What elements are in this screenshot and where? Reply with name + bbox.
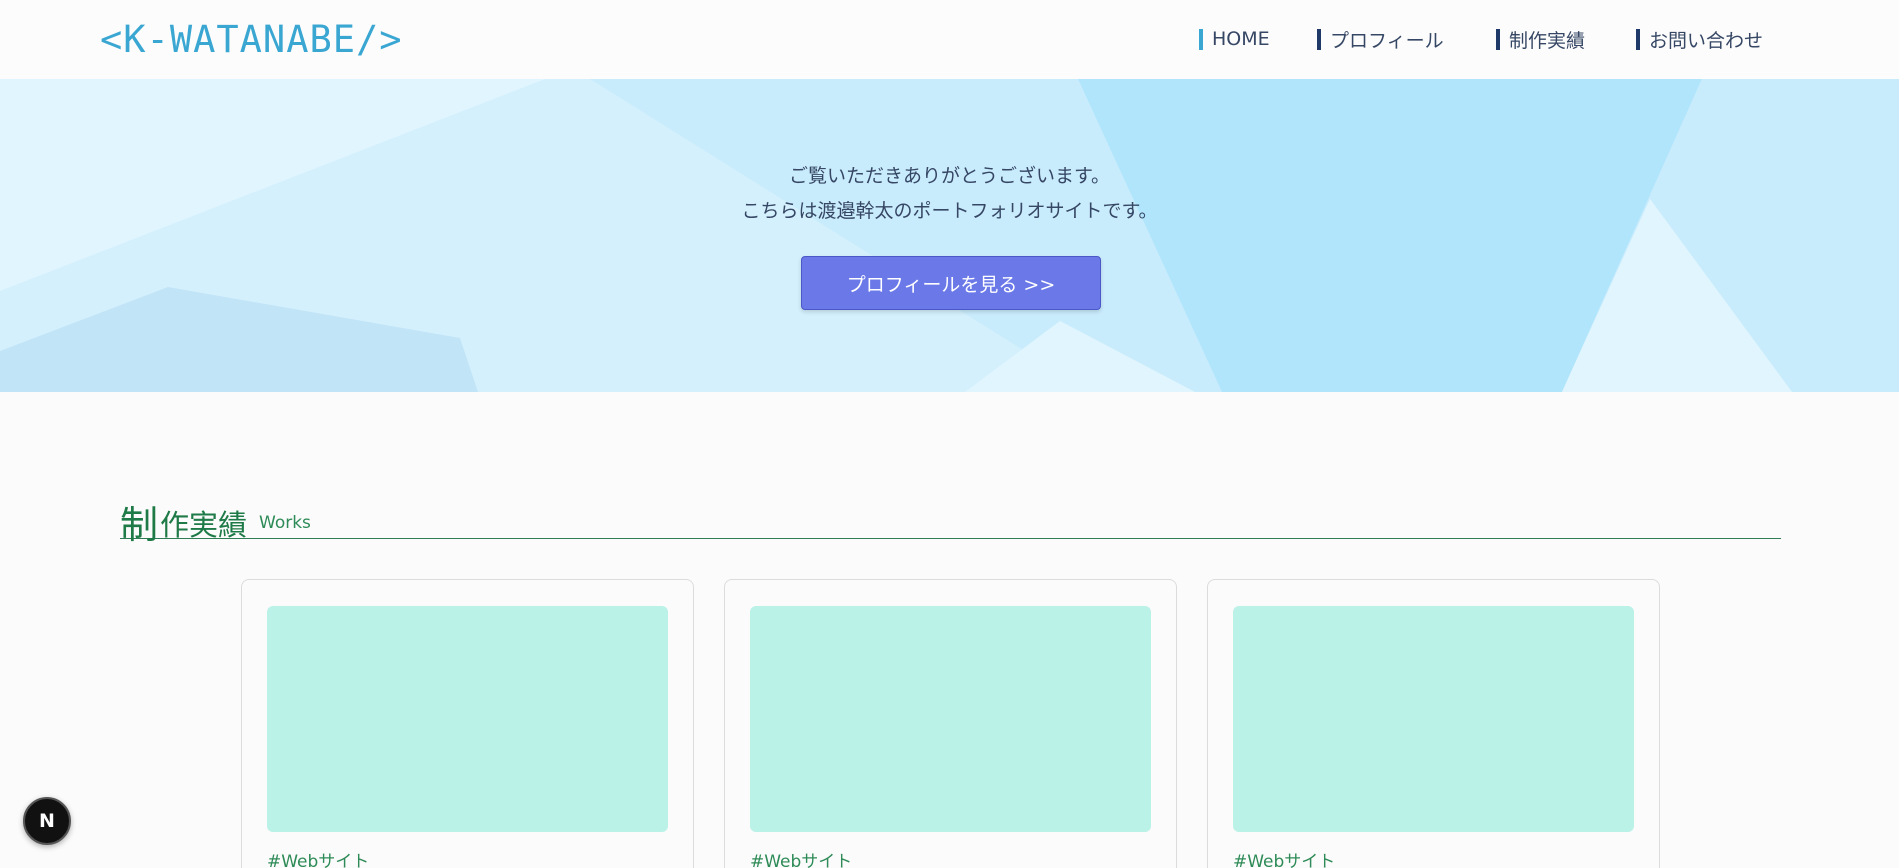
work-card[interactable]: #Webサイト	[1207, 579, 1660, 868]
work-tag: #Webサイト	[1233, 852, 1336, 868]
nextjs-dev-badge[interactable]: N	[23, 797, 71, 845]
nextjs-logo-icon: N	[39, 810, 55, 832]
nav-marker	[1496, 28, 1500, 50]
work-tag: #Webサイト	[267, 852, 370, 868]
works-title-rest: 作実績	[160, 508, 248, 542]
works-heading: 制 作実績 Works	[120, 490, 1781, 547]
view-profile-button[interactable]: プロフィールを見る >>	[801, 256, 1101, 310]
nav-works[interactable]: 制作実績	[1496, 25, 1585, 53]
nav-label: HOME	[1212, 28, 1270, 50]
hero-intro: こちらは渡邉幹太のポートフォリオサイトです。	[741, 200, 1158, 222]
work-thumbnail	[267, 606, 668, 832]
works-subtitle: Works	[259, 513, 311, 533]
hero-greeting: ご覧いただきありがとうございます。	[788, 165, 1111, 187]
nav-label: お問い合わせ	[1649, 29, 1764, 52]
hero-section: ご覧いただきありがとうございます。 こちらは渡邉幹太のポートフォリオサイトです。…	[0, 79, 1899, 392]
nav-marker	[1199, 28, 1203, 50]
hero-background	[0, 79, 1899, 392]
nav-label: 制作実績	[1509, 29, 1586, 52]
work-thumbnail	[1233, 606, 1634, 832]
site-logo[interactable]: <K-WATANABE/>	[100, 18, 403, 61]
nav-contact[interactable]: お問い合わせ	[1636, 25, 1763, 53]
work-card[interactable]: #Webサイト	[241, 579, 694, 868]
works-title-first: 制	[120, 503, 159, 547]
nav-marker	[1317, 28, 1321, 50]
nav-marker	[1636, 28, 1640, 50]
nav-profile[interactable]: プロフィール	[1317, 25, 1444, 53]
work-card[interactable]: #Webサイト	[724, 579, 1177, 868]
work-thumbnail	[750, 606, 1151, 832]
work-tag: #Webサイト	[750, 852, 853, 868]
nav-home[interactable]: HOME	[1199, 25, 1270, 53]
nav-label: プロフィール	[1330, 29, 1444, 52]
site-header: <K-WATANABE/> HOME プロフィール 制作実績 お問い合わせ	[0, 0, 1899, 79]
